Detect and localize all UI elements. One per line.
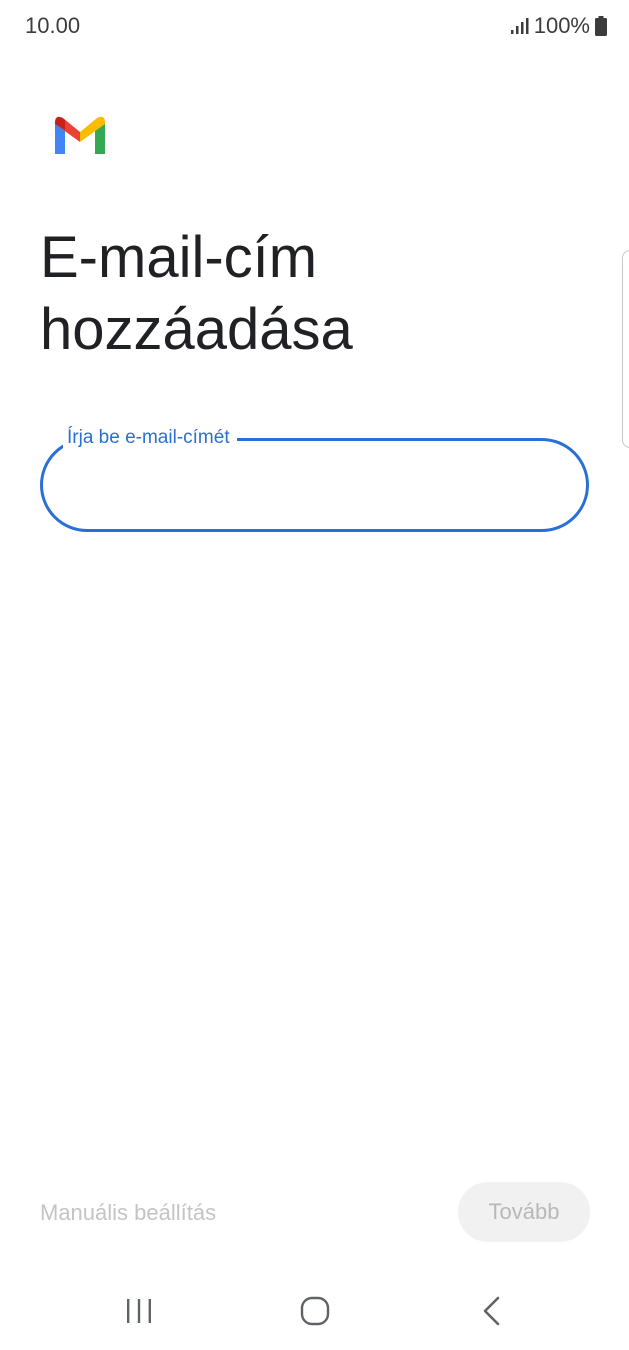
email-field[interactable]: Írja be e-mail-címét <box>40 426 589 532</box>
status-time: 10.00 <box>25 13 81 38</box>
page-title-line1: E-mail-cím <box>40 225 318 290</box>
gmail-logo <box>52 114 108 158</box>
next-button[interactable]: Tovább <box>458 1182 590 1242</box>
manual-setup-button[interactable]: Manuális beállítás <box>40 1200 216 1226</box>
page-title-line2: hozzáadása <box>40 297 353 362</box>
email-input[interactable] <box>71 461 555 511</box>
back-icon[interactable] <box>480 1296 502 1326</box>
page-title: E-mail-cím hozzáadása <box>40 222 580 366</box>
battery-percentage: 100% <box>533 13 590 38</box>
home-icon[interactable] <box>300 1296 330 1326</box>
status-right: 100% <box>510 13 607 39</box>
status-bar: 10.00 100% <box>0 0 629 56</box>
navigation-bar <box>0 1270 629 1350</box>
email-field-label: Írja be e-mail-címét <box>63 426 237 450</box>
recents-icon[interactable] <box>125 1298 153 1324</box>
side-panel-handle[interactable] <box>622 250 629 448</box>
battery-icon <box>595 16 607 36</box>
signal-icon <box>510 18 529 34</box>
